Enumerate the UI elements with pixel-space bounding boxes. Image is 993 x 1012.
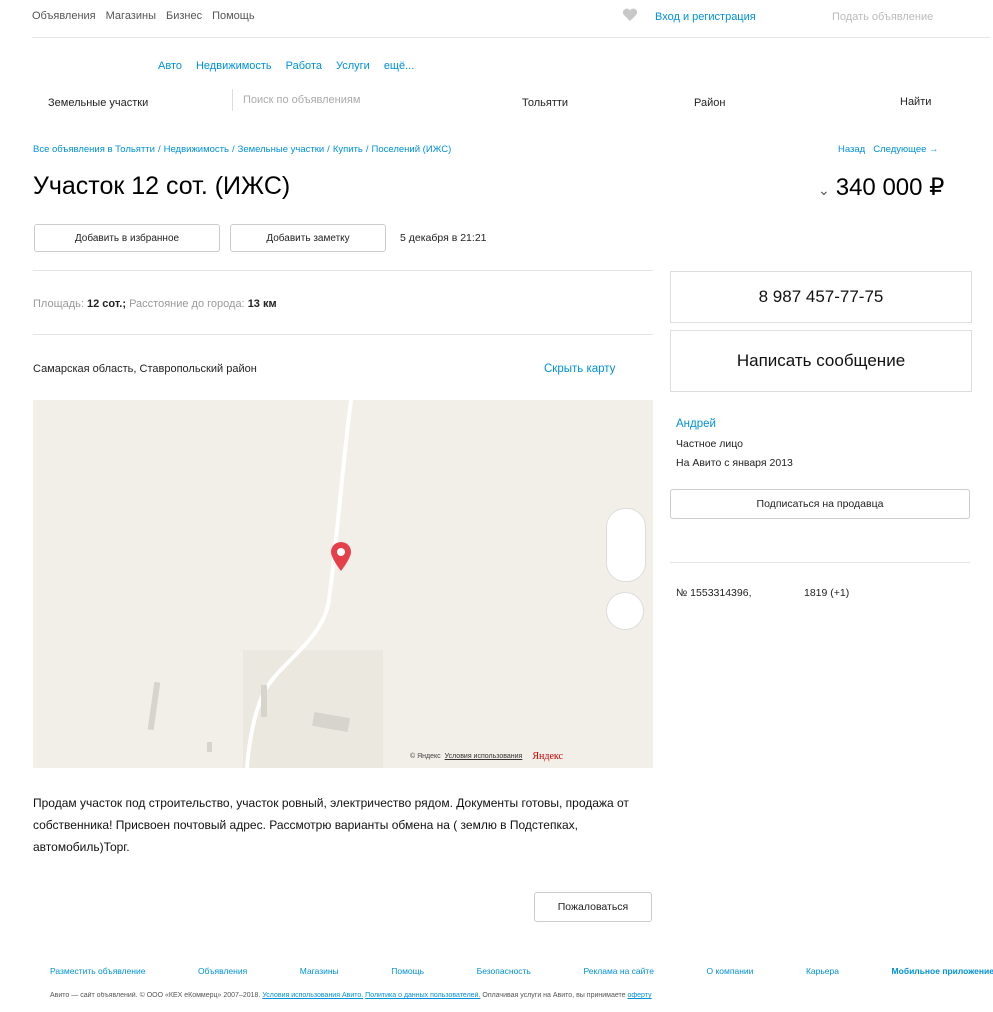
- phone-button[interactable]: 8 987 457-77-75: [670, 271, 972, 323]
- footer-security[interactable]: Безопасность: [477, 966, 531, 976]
- view-count: 1819 (+1): [804, 587, 850, 599]
- next-link[interactable]: Следующее →: [873, 144, 938, 155]
- page-title: Участок 12 сот. (ИЖС): [33, 172, 291, 200]
- pager: Назад Следующее →: [838, 144, 939, 155]
- add-favorite-button[interactable]: Добавить в избранное: [34, 224, 220, 252]
- zoom-control[interactable]: [606, 508, 646, 582]
- footer-help[interactable]: Помощь: [391, 966, 424, 976]
- legal-text: Авито — сайт объявлений. © ООО «КЕХ еКом…: [50, 992, 261, 999]
- nav-shops[interactable]: Магазины: [106, 10, 156, 22]
- map[interactable]: [33, 400, 653, 768]
- post-ad-link[interactable]: Подать объявление: [832, 11, 933, 23]
- legal-offer-link[interactable]: оферту: [628, 992, 652, 999]
- divider: [33, 270, 653, 271]
- map-canvas: [147, 400, 383, 768]
- yandex-logo[interactable]: Яндекс: [532, 751, 563, 762]
- breadcrumb-land[interactable]: Земельные участки: [238, 144, 325, 155]
- price-value: 340 000 ₽: [835, 174, 945, 201]
- breadcrumb-realty[interactable]: Недвижимость: [164, 144, 229, 155]
- divider: [33, 334, 653, 335]
- map-attribution: © Яндекс Условия использования Яндекс: [410, 751, 563, 762]
- header-divider: [32, 37, 990, 38]
- price-chevron-icon[interactable]: ⌄: [818, 182, 830, 198]
- footer-links: Разместить объявление Объявления Магазин…: [50, 966, 993, 976]
- area-value: 12 сот.;: [87, 298, 127, 310]
- area-label: Площадь:: [33, 298, 84, 310]
- nav-ads[interactable]: Объявления: [32, 10, 96, 22]
- subscribe-button[interactable]: Подписаться на продавца: [670, 489, 970, 519]
- footer-post-ad[interactable]: Разместить объявление: [50, 966, 145, 976]
- footer-shops[interactable]: Магазины: [300, 966, 339, 976]
- address: Самарская область, Ставропольский район: [33, 363, 257, 375]
- breadcrumb-buy[interactable]: Купить: [333, 144, 363, 155]
- footer-mobile-app[interactable]: Мобильное приложение: [892, 966, 993, 976]
- search-button[interactable]: Найти: [892, 92, 939, 112]
- publish-date: 5 декабря в 21:21: [400, 232, 487, 244]
- footer-ads[interactable]: Объявления: [198, 966, 247, 976]
- search-city-select[interactable]: Тольятти: [522, 97, 568, 109]
- top-nav: Объявления Магазины Бизнес Помощь: [32, 10, 255, 22]
- price: ⌄ 340 000 ₽: [818, 173, 944, 202]
- category-jobs[interactable]: Работа: [286, 60, 322, 72]
- seller-type: Частное лицо: [676, 438, 744, 450]
- category-nav: Авто Недвижимость Работа Услуги ещё...: [158, 60, 414, 72]
- nav-business[interactable]: Бизнес: [166, 10, 202, 22]
- seller-since: На Авито с января 2013: [676, 457, 793, 469]
- map-copyright: © Яндекс: [410, 753, 441, 760]
- description: Продам участок под строительство, участо…: [33, 796, 629, 854]
- map-pin-icon[interactable]: [330, 541, 352, 572]
- footer-legal: Авито — сайт объявлений. © ООО «КЕХ еКом…: [50, 992, 993, 999]
- breadcrumb-izhs[interactable]: Поселений (ИЖС): [372, 144, 452, 155]
- category-services[interactable]: Услуги: [336, 60, 370, 72]
- distance-value: 13 км: [247, 298, 277, 310]
- category-auto[interactable]: Авто: [158, 60, 182, 72]
- category-realty[interactable]: Недвижимость: [196, 60, 272, 72]
- login-link[interactable]: Вход и регистрация: [655, 11, 756, 23]
- heart-icon[interactable]: [622, 8, 638, 22]
- footer-career[interactable]: Карьера: [806, 966, 839, 976]
- prev-link[interactable]: Назад: [838, 144, 865, 155]
- legal-policy-link[interactable]: Политика о данных пользователей.: [365, 992, 480, 999]
- search-region-select[interactable]: Район: [694, 97, 725, 109]
- category-more[interactable]: ещё...: [384, 60, 414, 72]
- breadcrumb: Все объявления в Тольятти / Недвижимость /…: [33, 144, 452, 155]
- seller-name-link[interactable]: Андрей: [676, 418, 716, 430]
- params: Площадь: 12 сот.; Расстояние до города: …: [33, 298, 277, 310]
- report-button[interactable]: Пожаловаться: [534, 892, 652, 922]
- footer-advertising[interactable]: Реклама на сайте: [583, 966, 654, 976]
- legal-terms-link[interactable]: Условия использования Авито.: [262, 992, 363, 999]
- divider: [670, 562, 970, 563]
- write-message-button[interactable]: Написать сообщение: [670, 330, 972, 392]
- geolocation-button[interactable]: [606, 592, 644, 630]
- nav-help[interactable]: Помощь: [212, 10, 255, 22]
- search-input[interactable]: [232, 89, 515, 111]
- hide-map-link[interactable]: Скрыть карту: [544, 363, 615, 375]
- distance-label: Расстояние до города:: [129, 298, 245, 310]
- search-category-select[interactable]: Земельные участки: [48, 97, 148, 109]
- ad-number: № 1553314396,: [676, 587, 752, 599]
- legal-tail: Оплачивая услуги на Авито, вы принимаете: [482, 992, 626, 999]
- breadcrumb-all[interactable]: Все объявления в Тольятти: [33, 144, 155, 155]
- map-terms-link[interactable]: Условия использования: [445, 753, 523, 760]
- footer-about[interactable]: О компании: [707, 966, 754, 976]
- add-note-button[interactable]: Добавить заметку: [230, 224, 386, 252]
